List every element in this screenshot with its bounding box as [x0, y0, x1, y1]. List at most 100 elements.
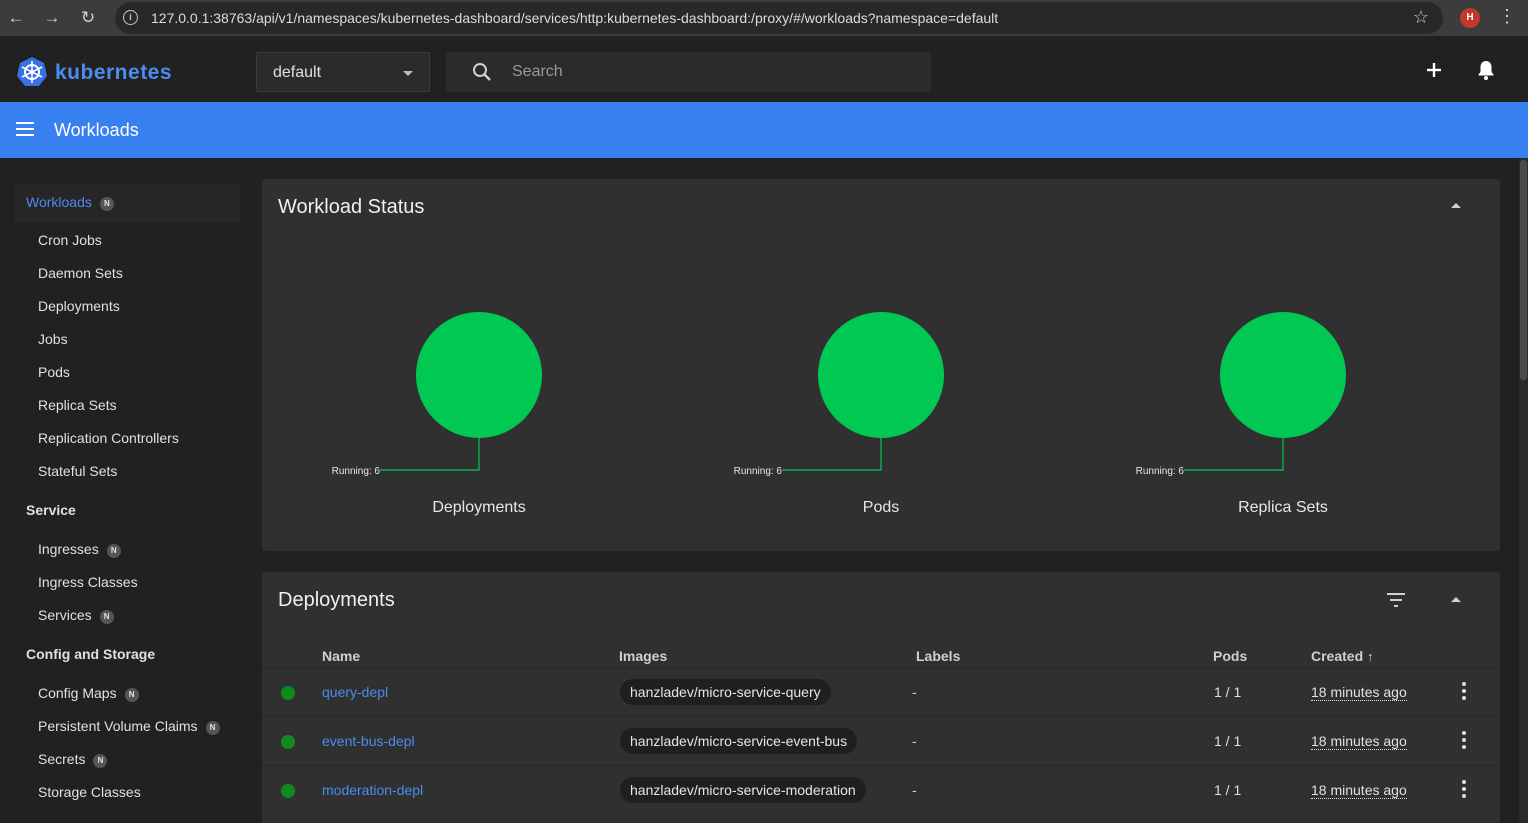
labels-cell: -: [912, 684, 917, 700]
chart-name-pods: Pods: [862, 499, 900, 516]
sidebar-item-replication-controllers[interactable]: Replication Controllers: [14, 422, 240, 455]
sidebar-item-persistent-volume-claims[interactable]: Persistent Volume Claims N: [14, 710, 240, 743]
deployment-name-link[interactable]: query-depl: [322, 684, 388, 700]
column-header-pods: Pods: [1213, 648, 1248, 664]
sidebar-item-config-maps[interactable]: Config Maps N: [14, 677, 240, 710]
browser-menu-icon[interactable]: ⋮: [1498, 6, 1516, 27]
table-row[interactable]: query-depl hanzladev/micro-service-query…: [262, 667, 1500, 716]
created-cell: 18 minutes ago: [1311, 733, 1407, 750]
chart-name-deployments: Deployments: [432, 499, 526, 516]
url-text[interactable]: 127.0.0.1:38763/api/v1/namespaces/kubern…: [151, 10, 998, 26]
address-bar[interactable]: i 127.0.0.1:38763/api/v1/namespaces/kube…: [115, 2, 1443, 34]
scrollbar-thumb[interactable]: [1520, 160, 1527, 380]
more-actions-icon[interactable]: [1457, 780, 1471, 800]
status-ok-icon: [281, 686, 295, 700]
sidebar-item-daemon-sets[interactable]: Daemon Sets: [14, 257, 240, 290]
labels-cell: -: [912, 782, 917, 798]
labels-cell: -: [912, 733, 917, 749]
notifications-bell-icon[interactable]: [1474, 58, 1498, 82]
sidebar-item-replica-sets[interactable]: Replica Sets: [14, 389, 240, 422]
back-icon[interactable]: ←: [4, 6, 28, 30]
sidebar-item-ingresses[interactable]: Ingresses N: [14, 533, 240, 566]
namespaced-badge: N: [99, 610, 114, 624]
workload-status-card: Workload Status Running: 6 Deployments R…: [262, 179, 1500, 551]
running-slice[interactable]: [416, 312, 542, 438]
created-cell: 18 minutes ago: [1311, 782, 1407, 799]
deployment-name-link[interactable]: event-bus-depl: [322, 733, 415, 749]
deployments-status-chart: Running: 6: [332, 312, 542, 477]
sidebar-item-cron-jobs[interactable]: Cron Jobs: [14, 224, 240, 257]
create-plus-icon[interactable]: [1422, 58, 1446, 82]
column-header-created[interactable]: Created ↑: [1311, 648, 1374, 664]
image-chip: hanzladev/micro-service-moderation: [620, 777, 866, 803]
site-info-icon[interactable]: i: [123, 10, 138, 25]
sidebar-section-service[interactable]: Service: [14, 494, 240, 527]
table-row[interactable]: event-bus-depl hanzladev/micro-service-e…: [262, 716, 1500, 765]
running-label: Running: 6: [1136, 466, 1185, 477]
hamburger-menu-icon[interactable]: [16, 122, 36, 138]
more-actions-icon[interactable]: [1457, 731, 1471, 751]
sidebar-item-services[interactable]: Services N: [14, 599, 240, 632]
pods-status-chart: Running: 6: [734, 312, 944, 477]
running-slice[interactable]: [1220, 312, 1346, 438]
namespaced-badge: N: [99, 197, 114, 211]
namespaced-badge: N: [124, 688, 139, 702]
sidebar-section-config-and-storage[interactable]: Config and Storage: [14, 638, 240, 671]
browser-toolbar: ← → ↻ i 127.0.0.1:38763/api/v1/namespace…: [0, 0, 1528, 36]
dashboard-toolbar: kubernetes default: [0, 42, 1528, 102]
page-scrollbar[interactable]: [1519, 158, 1528, 823]
search-input[interactable]: [512, 52, 912, 92]
created-cell: 18 minutes ago: [1311, 684, 1407, 701]
namespace-select[interactable]: default: [256, 52, 430, 92]
sidebar-item-workloads[interactable]: Workloads N: [14, 184, 240, 222]
filter-icon[interactable]: [1386, 592, 1406, 608]
page-header: Workloads: [0, 102, 1528, 158]
running-slice[interactable]: [818, 312, 944, 438]
profile-avatar[interactable]: H: [1460, 8, 1480, 28]
sidebar-item-pods[interactable]: Pods: [14, 356, 240, 389]
image-chip: hanzladev/micro-service-query: [620, 679, 831, 705]
logo-text[interactable]: kubernetes: [55, 61, 172, 85]
table-row[interactable]: moderation-depl hanzladev/micro-service-…: [262, 765, 1500, 814]
namespaced-badge: N: [106, 544, 121, 558]
card-title: Workload Status: [278, 196, 425, 218]
chart-name-replica-sets: Replica Sets: [1238, 499, 1328, 516]
pods-cell: 1 / 1: [1214, 782, 1242, 798]
replica-sets-status-chart: Running: 6: [1136, 312, 1346, 477]
reload-icon[interactable]: ↻: [76, 6, 100, 30]
namespace-value: default: [273, 64, 322, 81]
kubernetes-logo-icon[interactable]: [16, 56, 48, 88]
column-header-name[interactable]: Name: [322, 648, 360, 664]
running-label: Running: 6: [332, 466, 381, 477]
chevron-down-icon: [403, 71, 413, 76]
search-box: [446, 52, 931, 92]
sidebar-item-secrets[interactable]: Secrets N: [14, 743, 240, 776]
more-actions-icon[interactable]: [1457, 682, 1471, 702]
pods-cell: 1 / 1: [1214, 733, 1242, 749]
collapse-arrow-icon[interactable]: [1451, 597, 1461, 602]
sort-arrow-up-icon: ↑: [1367, 649, 1374, 664]
sidebar-item-deployments[interactable]: Deployments: [14, 290, 240, 323]
sidebar-item-jobs[interactable]: Jobs: [14, 323, 240, 356]
deployments-card: Deployments Name Images Labels Pods Crea…: [262, 572, 1500, 823]
label-leader-line: [380, 438, 480, 471]
namespaced-badge: N: [205, 721, 220, 735]
status-ok-icon: [281, 784, 295, 798]
status-ok-icon: [281, 735, 295, 749]
page-title: Workloads: [54, 120, 139, 140]
sidebar: Workloads N Cron Jobs Daemon Sets Deploym…: [14, 178, 240, 823]
running-label: Running: 6: [734, 466, 783, 477]
bookmark-star-icon[interactable]: ☆: [1413, 7, 1429, 28]
label-leader-line: [1184, 438, 1284, 471]
column-header-images: Images: [619, 648, 668, 664]
collapse-arrow-icon[interactable]: [1451, 203, 1461, 208]
forward-icon[interactable]: →: [40, 6, 64, 30]
namespaced-badge: N: [93, 754, 108, 768]
column-header-labels: Labels: [916, 648, 961, 664]
sidebar-item-ingress-classes[interactable]: Ingress Classes: [14, 566, 240, 599]
search-icon: [473, 63, 491, 81]
sidebar-item-storage-classes[interactable]: Storage Classes: [14, 776, 240, 809]
sidebar-item-stateful-sets[interactable]: Stateful Sets: [14, 455, 240, 488]
deployment-name-link[interactable]: moderation-depl: [322, 782, 423, 798]
card-title: Deployments: [278, 589, 395, 611]
